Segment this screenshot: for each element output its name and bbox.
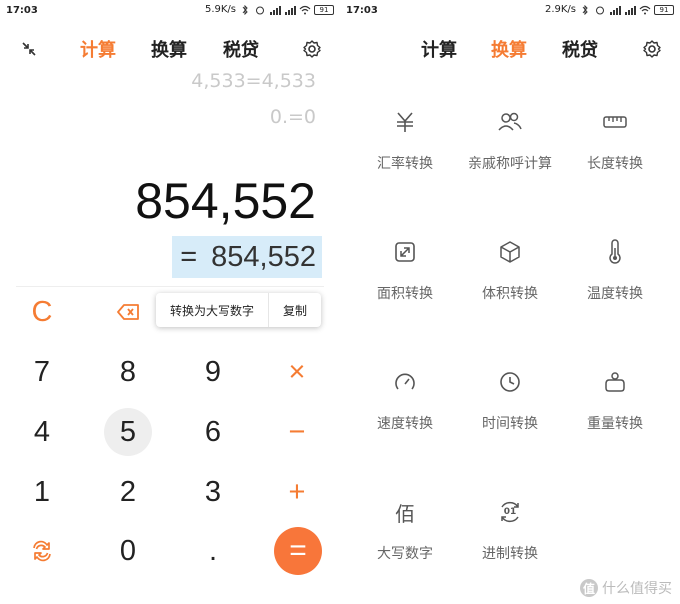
chinese-uppercase-number-item[interactable]: 佰 大写数字 — [350, 497, 460, 577]
weight-converter-item[interactable]: 重量转换 — [560, 367, 670, 447]
key-4[interactable]: 4 — [18, 408, 66, 456]
length-converter-item[interactable]: 长度转换 — [560, 107, 670, 187]
clear-button[interactable]: C — [18, 288, 66, 336]
converter-label: 时间转换 — [482, 416, 538, 432]
status-bar: 17:03 5.9K/s 91 — [0, 0, 340, 22]
area-icon — [390, 237, 420, 267]
temperature-converter-item[interactable]: 温度转换 — [560, 237, 670, 317]
tab-tax-loan[interactable]: 税贷 — [223, 36, 259, 62]
divider — [16, 286, 324, 287]
tab-convert[interactable]: 换算 — [491, 36, 527, 62]
converter-label: 速度转换 — [377, 416, 433, 432]
tab-tax-loan[interactable]: 税贷 — [562, 36, 598, 62]
wifi-icon — [639, 5, 651, 14]
gear-icon[interactable] — [641, 38, 663, 60]
converter-label: 面积转换 — [377, 286, 433, 302]
result-display[interactable]: = 854,552 — [172, 236, 322, 278]
swap-icon — [33, 540, 51, 562]
time-converter-item[interactable]: 时间转换 — [455, 367, 565, 447]
tab-calculate[interactable]: 计算 — [421, 36, 457, 62]
network-speed: 5.9K/s — [204, 4, 236, 15]
key-3[interactable]: 3 — [189, 468, 237, 516]
key-9[interactable]: 9 — [189, 348, 237, 396]
status-time: 17:03 — [346, 5, 378, 16]
thermometer-icon — [600, 237, 630, 267]
currency-converter-item[interactable]: 汇率转换 — [350, 107, 460, 187]
backspace-icon — [117, 304, 139, 320]
minus-button[interactable]: − — [273, 408, 321, 456]
plus-button[interactable]: + — [273, 468, 321, 516]
convert-to-chinese-uppercase-option[interactable]: 转换为大写数字 — [156, 293, 268, 327]
equals-button[interactable]: = — [274, 527, 322, 575]
bai-glyph: 佰 — [395, 501, 415, 526]
converter-label: 温度转换 — [587, 286, 643, 302]
battery-icon: 91 — [314, 4, 334, 15]
volume-converter-item[interactable]: 体积转换 — [455, 237, 565, 317]
network-speed: 2.9K/s — [544, 4, 576, 15]
tab-calculate[interactable]: 计算 — [80, 36, 116, 62]
key-5[interactable]: 5 — [104, 408, 152, 456]
bluetooth-icon — [242, 4, 248, 15]
top-nav: 计算 换算 税贷 — [340, 32, 680, 64]
key-1[interactable]: 1 — [18, 468, 66, 516]
speedometer-icon — [390, 367, 420, 397]
signal-icon — [270, 5, 281, 15]
signal-icon — [610, 5, 621, 15]
collapse-icon[interactable] — [18, 38, 40, 60]
currency-icon — [390, 107, 420, 137]
backspace-button[interactable] — [104, 288, 152, 336]
signal-hd-icon — [625, 5, 636, 15]
history-line: 0.=0 — [269, 106, 316, 128]
converter-label: 长度转换 — [587, 156, 643, 172]
context-menu: 转换为大写数字 复制 — [156, 293, 322, 327]
bluetooth-icon — [582, 4, 588, 15]
alarm-icon — [256, 6, 264, 14]
relatives-icon — [495, 107, 525, 137]
relatives-calculator-item[interactable]: 亲戚称呼计算 — [455, 107, 565, 187]
wifi-icon — [299, 5, 311, 14]
battery-icon: 91 — [654, 4, 674, 15]
top-nav: 计算 换算 税贷 — [0, 32, 340, 64]
ruler-icon — [600, 107, 630, 137]
watermark: 值 什么值得买 — [580, 578, 672, 598]
signal-hd-icon — [285, 5, 296, 15]
gear-icon[interactable] — [301, 38, 323, 60]
converter-label: 进制转换 — [482, 546, 538, 562]
weight-icon — [600, 367, 630, 397]
key-7[interactable]: 7 — [18, 348, 66, 396]
status-time: 17:03 — [6, 5, 38, 16]
key-6[interactable]: 6 — [189, 408, 237, 456]
key-8[interactable]: 8 — [104, 348, 152, 396]
decimal-point-button[interactable]: . — [189, 527, 237, 575]
watermark-badge: 值 — [580, 579, 598, 597]
clock-icon — [495, 367, 525, 397]
bai-character-icon: 佰 — [390, 497, 420, 527]
area-converter-item[interactable]: 面积转换 — [350, 237, 460, 317]
swap-button[interactable] — [18, 527, 66, 575]
main-display[interactable]: 854,552 — [135, 172, 316, 230]
cube-icon — [495, 237, 525, 267]
converter-label: 汇率转换 — [377, 156, 433, 172]
multiply-button[interactable]: × — [273, 348, 321, 396]
speed-converter-item[interactable]: 速度转换 — [350, 367, 460, 447]
base-converter-item[interactable]: 01 进制转换 — [455, 497, 565, 577]
result-equals-sign: = — [180, 240, 198, 273]
converter-label: 大写数字 — [377, 546, 433, 562]
watermark-text: 什么值得买 — [602, 581, 672, 597]
tab-convert[interactable]: 换算 — [151, 36, 187, 62]
history-line: 4,533=4,533 — [191, 70, 316, 92]
calculator-panel: 17:03 5.9K/s 91 计算 换算 税贷 4,533=4,533 0.=… — [0, 0, 340, 604]
copy-option[interactable]: 复制 — [269, 293, 321, 327]
converter-label: 重量转换 — [587, 416, 643, 432]
result-value: 854,552 — [211, 240, 316, 273]
converter-label: 亲戚称呼计算 — [468, 156, 552, 172]
key-0[interactable]: 0 — [104, 527, 152, 575]
base-glyph: 01 — [503, 507, 517, 517]
status-bar: 17:03 2.9K/s 91 — [340, 0, 680, 22]
key-2[interactable]: 2 — [104, 468, 152, 516]
alarm-icon — [596, 6, 604, 14]
base-convert-icon: 01 — [495, 497, 525, 527]
converter-panel: 17:03 2.9K/s 91 计算 换算 税贷 汇率转换 亲戚称呼计算 长度转… — [340, 0, 680, 604]
converter-label: 体积转换 — [482, 286, 538, 302]
